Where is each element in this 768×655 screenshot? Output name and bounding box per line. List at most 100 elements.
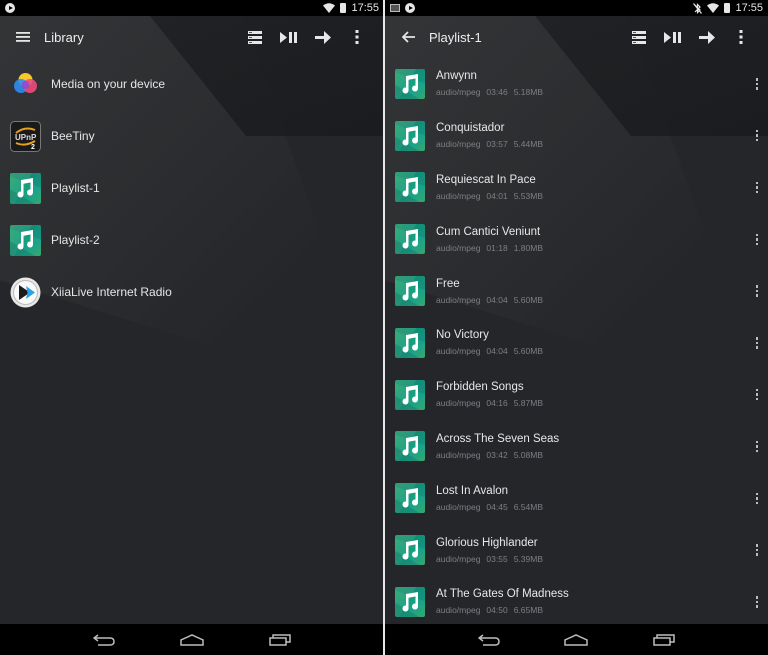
music-note-icon — [395, 120, 425, 151]
track-more-button[interactable] — [752, 437, 762, 455]
track-title: No Victory — [436, 329, 489, 342]
track-meta: audio/mpeg 04:04 5.60MB — [436, 294, 549, 306]
track-duration: 03:46 — [486, 87, 508, 98]
music-note-icon — [395, 535, 425, 566]
app-bar: Library — [0, 16, 384, 58]
track-row[interactable]: No Victory audio/mpeg 04:04 5.60MB — [385, 317, 768, 369]
track-type: audio/mpeg — [436, 294, 481, 305]
track-duration: 03:42 — [486, 449, 508, 460]
more-options-button[interactable] — [724, 22, 758, 52]
track-more-button[interactable] — [752, 386, 762, 404]
music-note-icon — [395, 586, 425, 617]
more-vert-icon — [739, 30, 743, 44]
track-size: 6.54MB — [513, 501, 543, 512]
bluetooth-off-icon — [693, 2, 703, 14]
back-button[interactable] — [88, 630, 120, 650]
track-row[interactable]: Free audio/mpeg 04:04 5.60MB — [385, 265, 768, 317]
track-meta: audio/mpeg 04:45 6.54MB — [436, 501, 549, 513]
track-more-button[interactable] — [752, 75, 762, 93]
back-button[interactable] — [473, 630, 505, 650]
track-title: Anwynn — [436, 70, 477, 83]
home-icon — [564, 633, 589, 646]
more-options-button[interactable] — [340, 22, 374, 52]
library-item-label: Playlist-2 — [51, 233, 100, 247]
track-meta: audio/mpeg 04:16 5.87MB — [436, 397, 549, 409]
music-note-icon — [395, 224, 425, 255]
track-title: Lost In Avalon — [436, 484, 509, 497]
track-more-button[interactable] — [752, 282, 762, 300]
queue-button[interactable] — [622, 22, 656, 52]
track-type: audio/mpeg — [436, 398, 481, 409]
track-row[interactable]: Forbidden Songs audio/mpeg 04:16 5.87MB — [385, 369, 768, 421]
track-size: 5.60MB — [513, 294, 543, 305]
track-meta: audio/mpeg 01:18 1.80MB — [436, 242, 549, 254]
track-row[interactable]: Glorious Highlander audio/mpeg 03:55 5.39MB — [385, 524, 768, 576]
navigation-bar — [385, 624, 768, 655]
recents-button[interactable] — [648, 630, 680, 650]
track-more-button[interactable] — [752, 230, 762, 248]
track-row[interactable]: Conquistador audio/mpeg 03:57 5.44MB — [385, 110, 768, 162]
library-item-beetiny[interactable]: UPnP 2 BeeTiny — [0, 110, 384, 162]
back-icon — [477, 633, 500, 646]
xiialive-icon — [10, 277, 41, 308]
track-meta: audio/mpeg 04:50 6.65MB — [436, 604, 569, 616]
home-icon — [180, 633, 204, 646]
music-note-icon — [10, 172, 41, 204]
music-note-icon — [395, 483, 425, 514]
track-duration: 04:45 — [486, 501, 508, 512]
home-button[interactable] — [560, 630, 592, 650]
track-more-button[interactable] — [752, 489, 762, 507]
home-button[interactable] — [176, 630, 208, 650]
play-pause-button[interactable] — [272, 22, 306, 52]
track-row[interactable]: Requiescat In Pace audio/mpeg 04:01 5.53MB — [385, 162, 768, 214]
track-row[interactable]: Cum Cantici Veniunt audio/mpeg 01:18 1.80MB — [385, 213, 768, 265]
recents-button[interactable] — [264, 630, 296, 650]
library-item-playlist-1[interactable]: Playlist-1 — [0, 162, 384, 214]
page-title: Library — [44, 29, 84, 45]
track-row[interactable]: Anwynn audio/mpeg 03:46 5.18MB — [385, 58, 768, 110]
track-meta: audio/mpeg 03:46 5.18MB — [436, 86, 549, 98]
status-bar: 17:55 — [385, 0, 768, 16]
track-duration: 04:04 — [486, 346, 508, 357]
library-item-xiialive[interactable]: XiiaLive Internet Radio — [0, 266, 384, 318]
track-row[interactable]: Lost In Avalon audio/mpeg 04:45 6.54MB — [385, 472, 768, 524]
track-more-button[interactable] — [752, 127, 762, 145]
menu-button[interactable] — [10, 24, 36, 50]
track-size: 5.08MB — [513, 449, 543, 460]
track-type: audio/mpeg — [436, 553, 481, 564]
forward-arrow-icon — [699, 30, 715, 44]
track-type: audio/mpeg — [436, 87, 481, 98]
back-icon — [93, 633, 115, 646]
track-row[interactable]: At The Gates Of Madness audio/mpeg 04:50 6.… — [385, 576, 768, 628]
track-more-button[interactable] — [752, 593, 762, 611]
track-type: audio/mpeg — [436, 346, 481, 357]
play-pause-button[interactable] — [656, 22, 690, 52]
music-note-icon — [395, 276, 425, 307]
queue-button[interactable] — [238, 22, 272, 52]
track-meta: audio/mpeg 03:55 5.39MB — [436, 553, 549, 565]
clock: 17:55 — [351, 2, 379, 14]
track-row[interactable]: Across The Seven Seas audio/mpeg 03:42 5.08… — [385, 421, 768, 473]
library-item-media-device[interactable]: Media on your device — [0, 58, 384, 110]
media-device-icon — [10, 69, 41, 100]
track-type: audio/mpeg — [436, 139, 481, 150]
track-size: 5.87MB — [513, 398, 543, 409]
track-more-button[interactable] — [752, 334, 762, 352]
library-list: Media on your device UPnP 2 BeeTiny Play… — [0, 58, 384, 318]
track-type: audio/mpeg — [436, 190, 481, 201]
music-note-icon — [395, 68, 425, 99]
track-meta: audio/mpeg 03:42 5.08MB — [436, 449, 559, 461]
track-more-button[interactable] — [752, 178, 762, 196]
forward-button[interactable] — [690, 22, 724, 52]
track-more-button[interactable] — [752, 541, 762, 559]
track-size: 5.39MB — [513, 553, 543, 564]
forward-button[interactable] — [306, 22, 340, 52]
track-title: Glorious Highlander — [436, 536, 538, 549]
music-note-icon — [395, 172, 425, 203]
back-nav-button[interactable] — [395, 24, 421, 50]
track-duration: 04:16 — [486, 398, 508, 409]
library-item-playlist-2[interactable]: Playlist-2 — [0, 214, 384, 266]
library-item-label: Playlist-1 — [51, 181, 100, 195]
queue-icon — [632, 30, 646, 44]
track-type: audio/mpeg — [436, 501, 481, 512]
